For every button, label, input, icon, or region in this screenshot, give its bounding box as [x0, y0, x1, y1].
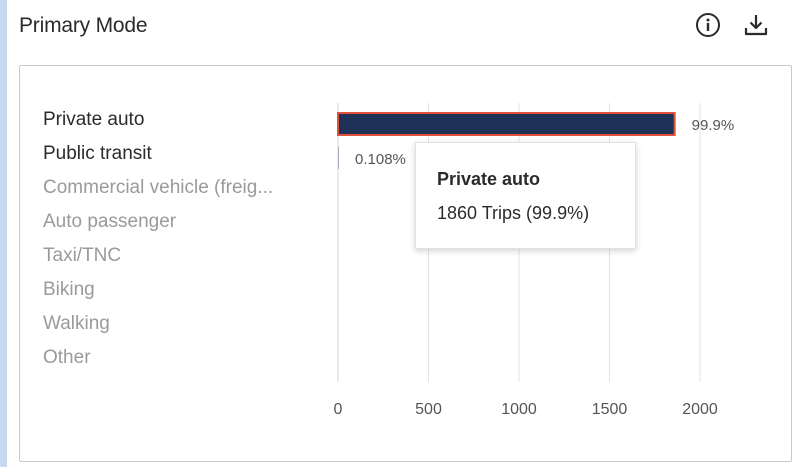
x-tick-label: 1500 — [592, 401, 628, 418]
bar-value-label: 0.108% — [355, 151, 406, 168]
category-label[interactable]: Private auto — [43, 109, 144, 130]
category-label[interactable]: Commercial vehicle (freig... — [43, 177, 273, 198]
category-label[interactable]: Biking — [43, 279, 95, 300]
x-tick-label: 0 — [334, 401, 343, 418]
x-tick-label: 2000 — [682, 401, 718, 418]
chart-tooltip: Private auto 1860 Trips (99.9%) — [415, 142, 636, 249]
x-tick-label: 1000 — [501, 401, 537, 418]
bar[interactable] — [337, 112, 676, 136]
category-label[interactable]: Auto passenger — [43, 211, 177, 232]
x-tick-label: 500 — [415, 401, 442, 418]
category-label[interactable]: Public transit — [43, 143, 152, 164]
category-label[interactable]: Taxi/TNC — [43, 245, 121, 266]
primary-mode-bar-chart: 0 500 1000 1500 2000 Private auto 99.9% Public … — [43, 103, 735, 418]
bar-value-label: 99.9% — [692, 117, 735, 134]
tooltip-title: Private auto — [437, 169, 541, 189]
category-label[interactable]: Other — [43, 347, 91, 368]
category-label[interactable]: Walking — [43, 313, 110, 334]
tooltip-value: 1860 Trips (99.9%) — [437, 203, 590, 223]
